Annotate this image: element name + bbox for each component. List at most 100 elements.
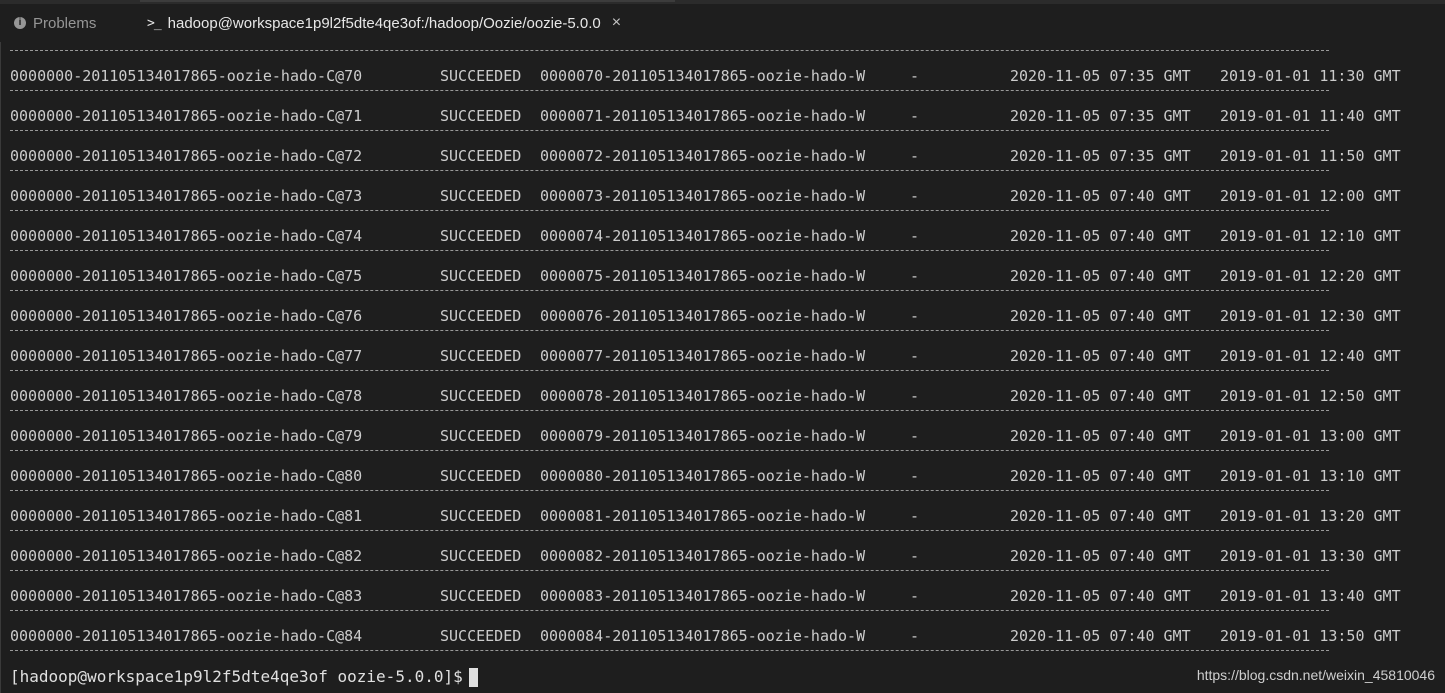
error-code: - — [910, 387, 920, 405]
external-id: 0000071-201105134017865-oozie-hado-W — [540, 107, 866, 125]
job-status: SUCCEEDED — [440, 147, 522, 165]
nominal-time: 2019-01-01 12:10 GMT — [1220, 227, 1401, 245]
job-status: SUCCEEDED — [440, 507, 522, 525]
job-status: SUCCEEDED — [440, 307, 522, 325]
error-code: - — [910, 267, 920, 285]
terminal-icon: >_ — [147, 15, 162, 31]
external-id: 0000076-201105134017865-oozie-hado-W — [540, 307, 866, 325]
job-status: SUCCEEDED — [440, 187, 522, 205]
error-code: - — [910, 307, 920, 325]
external-id: 0000080-201105134017865-oozie-hado-W — [540, 467, 866, 485]
job-id: 0000000-201105134017865-oozie-hado-C@71 — [10, 107, 363, 125]
job-id: 0000000-201105134017865-oozie-hado-C@80 — [10, 467, 363, 485]
created-time: 2020-11-05 07:40 GMT — [1010, 187, 1191, 205]
close-icon[interactable]: × — [612, 14, 621, 32]
nominal-time: 2019-01-01 12:20 GMT — [1220, 267, 1401, 285]
nominal-time: 2019-01-01 13:40 GMT — [1220, 587, 1401, 605]
row-separator — [10, 250, 1329, 251]
row-separator — [10, 90, 1329, 91]
external-id: 0000074-201105134017865-oozie-hado-W — [540, 227, 866, 245]
nominal-time: 2019-01-01 11:40 GMT — [1220, 107, 1401, 125]
tab-terminal[interactable]: >_ hadoop@workspace1p9l2f5dte4qe3of:/had… — [147, 4, 621, 42]
created-time: 2020-11-05 07:35 GMT — [1010, 67, 1191, 85]
created-time: 2020-11-05 07:35 GMT — [1010, 107, 1191, 125]
external-id: 0000070-201105134017865-oozie-hado-W — [540, 67, 866, 85]
job-id: 0000000-201105134017865-oozie-hado-C@81 — [10, 507, 363, 525]
job-status: SUCCEEDED — [440, 467, 522, 485]
created-time: 2020-11-05 07:40 GMT — [1010, 467, 1191, 485]
row-separator — [10, 610, 1329, 611]
nominal-time: 2019-01-01 13:30 GMT — [1220, 547, 1401, 565]
job-id: 0000000-201105134017865-oozie-hado-C@73 — [10, 187, 363, 205]
external-id: 0000079-201105134017865-oozie-hado-W — [540, 427, 866, 445]
nominal-time: 2019-01-01 13:00 GMT — [1220, 427, 1401, 445]
nominal-time: 2019-01-01 13:50 GMT — [1220, 627, 1401, 645]
tab-problems[interactable]: i Problems — [14, 4, 96, 42]
created-time: 2020-11-05 07:40 GMT — [1010, 347, 1191, 365]
nominal-time: 2019-01-01 13:20 GMT — [1220, 507, 1401, 525]
tab-terminal-label: hadoop@workspace1p9l2f5dte4qe3of:/hadoop… — [167, 14, 601, 32]
external-id: 0000073-201105134017865-oozie-hado-W — [540, 187, 866, 205]
job-status: SUCCEEDED — [440, 547, 522, 565]
row-separator — [10, 50, 1329, 51]
job-status: SUCCEEDED — [440, 267, 522, 285]
row-separator — [10, 330, 1329, 331]
external-id: 0000078-201105134017865-oozie-hado-W — [540, 387, 866, 405]
active-tab-indicator — [140, 0, 675, 2]
nominal-time: 2019-01-01 12:00 GMT — [1220, 187, 1401, 205]
external-id: 0000077-201105134017865-oozie-hado-W — [540, 347, 866, 365]
error-code: - — [910, 547, 920, 565]
job-id: 0000000-201105134017865-oozie-hado-C@74 — [10, 227, 363, 245]
job-id: 0000000-201105134017865-oozie-hado-C@70 — [10, 67, 363, 85]
created-time: 2020-11-05 07:40 GMT — [1010, 427, 1191, 445]
prompt-text: [hadoop@workspace1p9l2f5dte4qe3of oozie-… — [10, 667, 463, 686]
error-code: - — [910, 107, 920, 125]
job-status: SUCCEEDED — [440, 67, 522, 85]
info-icon: i — [14, 17, 26, 29]
job-status: SUCCEEDED — [440, 347, 522, 365]
error-code: - — [910, 67, 920, 85]
created-time: 2020-11-05 07:35 GMT — [1010, 147, 1191, 165]
row-separator — [10, 170, 1329, 171]
created-time: 2020-11-05 07:40 GMT — [1010, 267, 1191, 285]
job-status: SUCCEEDED — [440, 427, 522, 445]
text-cursor — [468, 667, 478, 687]
error-code: - — [910, 587, 920, 605]
row-separator — [10, 650, 1329, 651]
nominal-time: 2019-01-01 11:30 GMT — [1220, 67, 1401, 85]
row-separator — [10, 490, 1329, 491]
panel-tab-bar: i Problems >_ hadoop@workspace1p9l2f5dte… — [0, 4, 1445, 42]
job-status: SUCCEEDED — [440, 627, 522, 645]
row-separator — [10, 530, 1329, 531]
job-id: 0000000-201105134017865-oozie-hado-C@82 — [10, 547, 363, 565]
nominal-time: 2019-01-01 11:50 GMT — [1220, 147, 1401, 165]
job-id: 0000000-201105134017865-oozie-hado-C@72 — [10, 147, 363, 165]
created-time: 2020-11-05 07:40 GMT — [1010, 307, 1191, 325]
created-time: 2020-11-05 07:40 GMT — [1010, 227, 1191, 245]
external-id: 0000084-201105134017865-oozie-hado-W — [540, 627, 866, 645]
error-code: - — [910, 347, 920, 365]
job-status: SUCCEEDED — [440, 227, 522, 245]
error-code: - — [910, 467, 920, 485]
row-separator — [10, 450, 1329, 451]
job-id: 0000000-201105134017865-oozie-hado-C@75 — [10, 267, 363, 285]
external-id: 0000083-201105134017865-oozie-hado-W — [540, 587, 866, 605]
row-separator — [10, 570, 1329, 571]
created-time: 2020-11-05 07:40 GMT — [1010, 547, 1191, 565]
job-id: 0000000-201105134017865-oozie-hado-C@83 — [10, 587, 363, 605]
created-time: 2020-11-05 07:40 GMT — [1010, 627, 1191, 645]
terminal-output[interactable]: 0000000-201105134017865-oozie-hado-C@70 S… — [0, 42, 1445, 693]
row-separator — [10, 410, 1329, 411]
error-code: - — [910, 147, 920, 165]
shell-prompt[interactable]: [hadoop@workspace1p9l2f5dte4qe3of oozie-… — [10, 666, 478, 688]
error-code: - — [910, 187, 920, 205]
external-id: 0000075-201105134017865-oozie-hado-W — [540, 267, 866, 285]
job-status: SUCCEEDED — [440, 587, 522, 605]
nominal-time: 2019-01-01 12:40 GMT — [1220, 347, 1401, 365]
error-code: - — [910, 227, 920, 245]
watermark-url: https://blog.csdn.net/weixin_45810046 — [1196, 667, 1435, 683]
job-id: 0000000-201105134017865-oozie-hado-C@79 — [10, 427, 363, 445]
row-separator — [10, 370, 1329, 371]
error-code: - — [910, 507, 920, 525]
job-id: 0000000-201105134017865-oozie-hado-C@77 — [10, 347, 363, 365]
